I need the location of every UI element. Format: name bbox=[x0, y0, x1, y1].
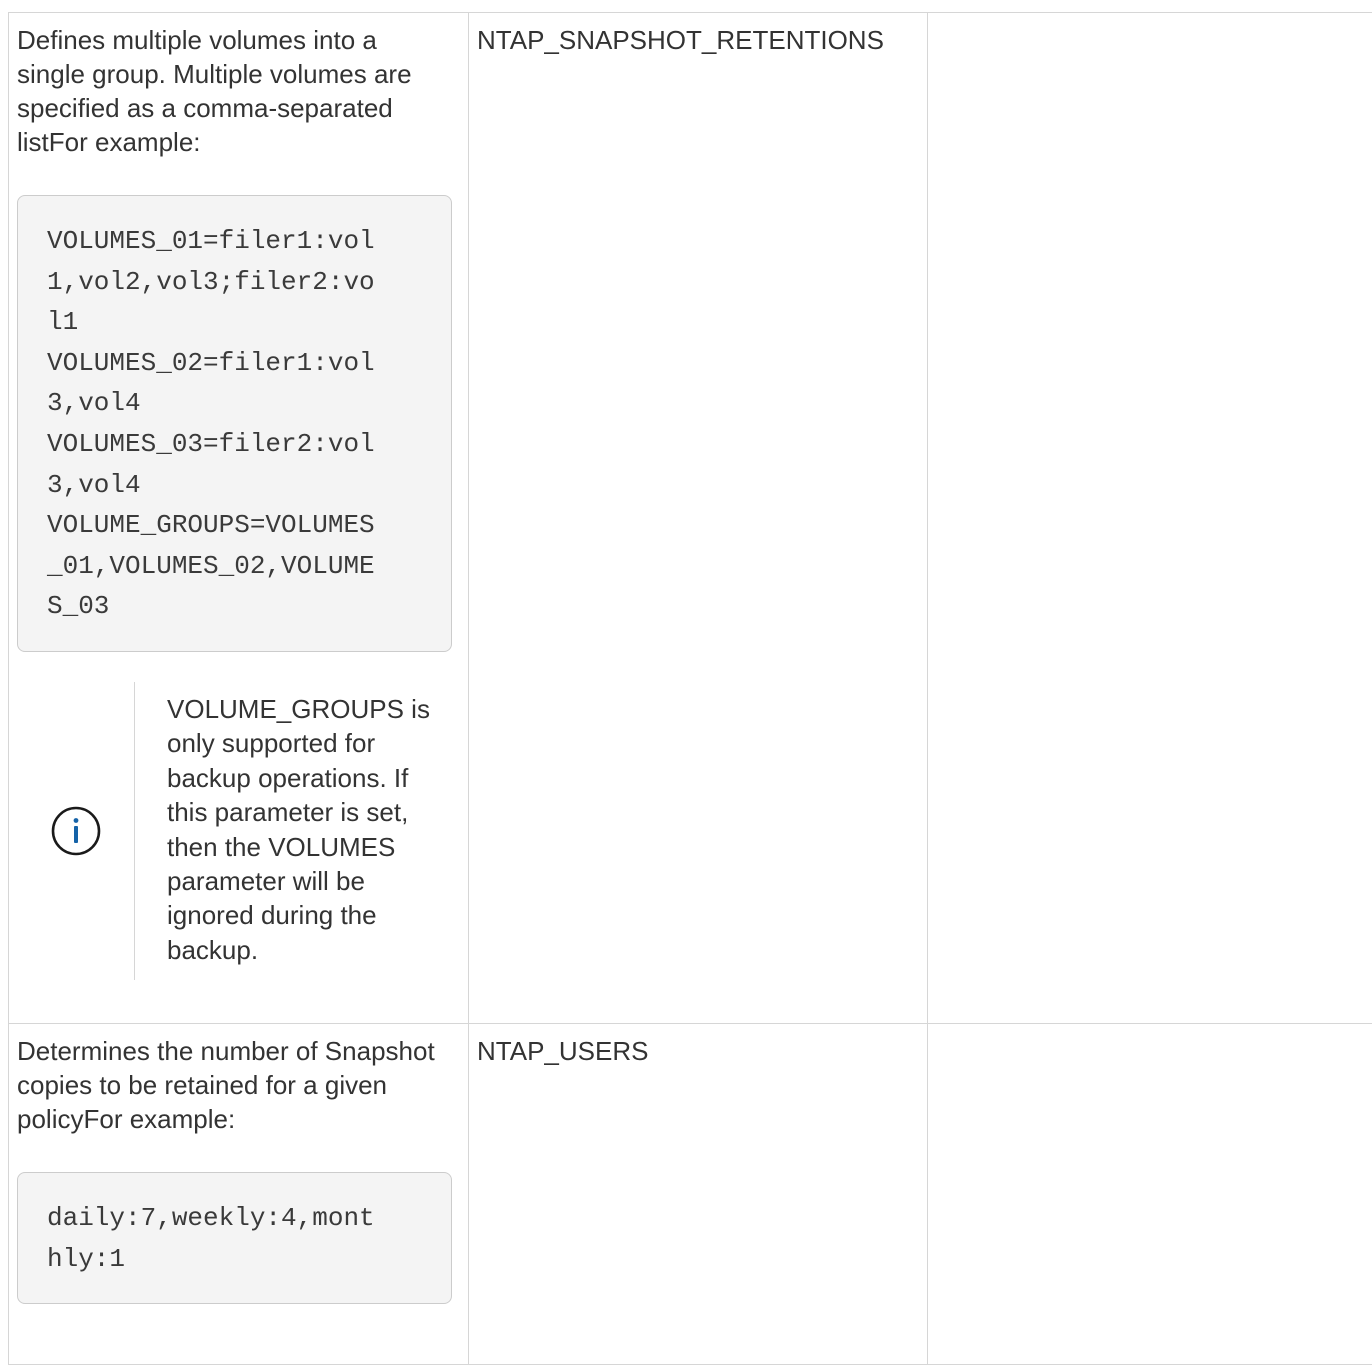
code-block: VOLUMES_01=filer1:vol 1,vol2,vol3;filer2… bbox=[17, 195, 452, 652]
code-line: hly:1 bbox=[47, 1244, 125, 1274]
note-text: VOLUME_GROUPS is only supported for back… bbox=[135, 682, 447, 980]
parameter-name: NTAP_SNAPSHOT_RETENTIONS bbox=[477, 23, 919, 57]
code-block: daily:7,weekly:4,mont hly:1 bbox=[17, 1172, 452, 1304]
code-line: 1,vol2,vol3;filer2:vo bbox=[47, 267, 375, 297]
description-cell: Defines multiple volumes into a single g… bbox=[9, 13, 469, 1024]
code-line: VOLUME_GROUPS=VOLUMES bbox=[47, 510, 375, 540]
table-row: Defines multiple volumes into a single g… bbox=[9, 13, 1372, 1024]
info-note: VOLUME_GROUPS is only supported for back… bbox=[17, 682, 460, 980]
parameter-table: Defines multiple volumes into a single g… bbox=[8, 12, 1372, 1365]
description-text: Defines multiple volumes into a single g… bbox=[17, 23, 460, 159]
code-line: 3,vol4 bbox=[47, 388, 141, 418]
empty-cell bbox=[928, 13, 1372, 1024]
info-icon bbox=[51, 806, 101, 856]
empty-cell bbox=[928, 1024, 1372, 1365]
code-line: l1 bbox=[47, 307, 78, 337]
code-line: VOLUMES_03=filer2:vol bbox=[47, 429, 375, 459]
description-cell: Determines the number of Snapshot copies… bbox=[9, 1024, 469, 1365]
description-text: Determines the number of Snapshot copies… bbox=[17, 1034, 460, 1136]
code-line: daily:7,weekly:4,mont bbox=[47, 1203, 375, 1233]
code-line: 3,vol4 bbox=[47, 470, 141, 500]
parameter-name: NTAP_USERS bbox=[477, 1034, 919, 1068]
note-icon-column bbox=[17, 682, 135, 980]
code-line: _01,VOLUMES_02,VOLUME bbox=[47, 551, 375, 581]
code-line: VOLUMES_02=filer1:vol bbox=[47, 348, 375, 378]
parameter-cell: NTAP_USERS bbox=[469, 1024, 928, 1365]
table-row: Determines the number of Snapshot copies… bbox=[9, 1024, 1372, 1365]
code-line: S_03 bbox=[47, 591, 109, 621]
parameter-cell: NTAP_SNAPSHOT_RETENTIONS bbox=[469, 13, 928, 1024]
code-line: VOLUMES_01=filer1:vol bbox=[47, 226, 375, 256]
